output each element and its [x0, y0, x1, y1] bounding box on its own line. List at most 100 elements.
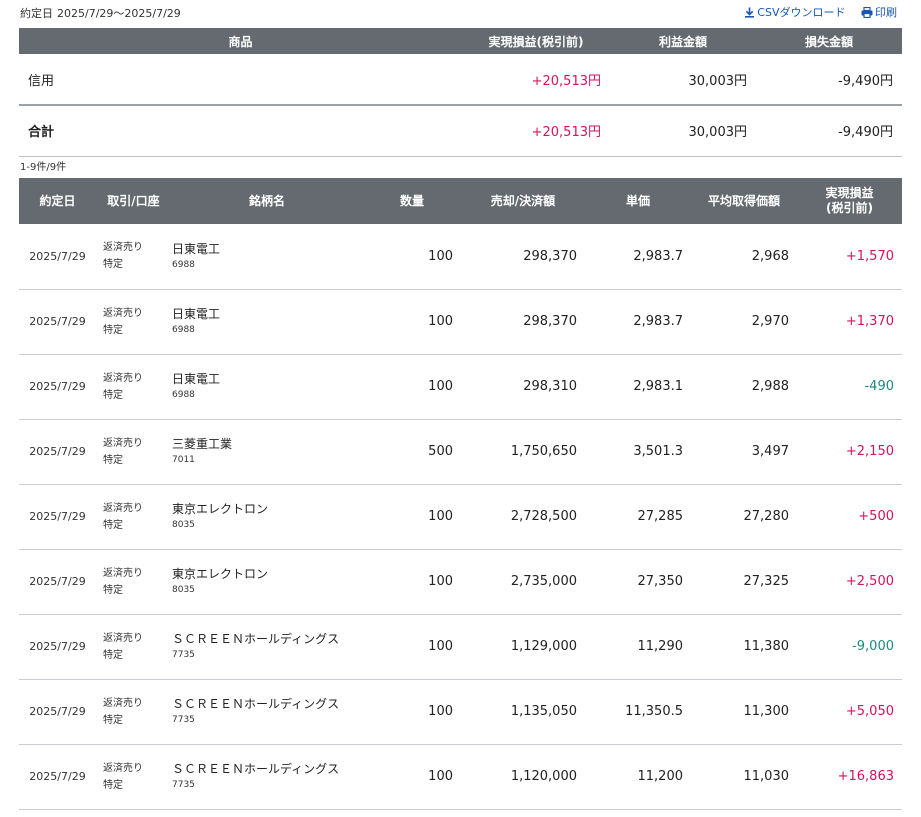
- unit-price: 2,983.1: [633, 379, 683, 394]
- stock-cell: ＳＣＲＥＥＮホールディングス 7735: [171, 614, 363, 679]
- summary-table: 商品 実現損益(税引前) 利益金額 損失金額 信用 +20,513円 30,00…: [19, 28, 902, 157]
- stock-code: 8035: [172, 520, 195, 530]
- realized-pnl: +500: [858, 509, 894, 524]
- col-trade-date: 約定日: [19, 178, 96, 224]
- avg-cost: 3,497: [751, 444, 789, 459]
- quantity: 100: [428, 639, 453, 654]
- sale-amount: 298,370: [523, 248, 577, 264]
- realized-pnl: +1,370: [845, 314, 894, 329]
- sale-amount: 1,120,000: [510, 769, 577, 784]
- stock-name: 東京エレクトロン: [172, 502, 269, 516]
- summary-row-total: 合計 +20,513円 30,003円 -9,490円: [19, 105, 902, 156]
- trade-date: 2025/7/29: [29, 575, 86, 588]
- sale-amount: 2,735,000: [510, 574, 577, 589]
- col-sale-amount: 売却/決済額: [461, 178, 585, 224]
- sale-amount: 1,750,650: [510, 444, 577, 459]
- summary-total-profit: 30,003円: [688, 125, 748, 141]
- summary-total-label: 合計: [28, 125, 55, 141]
- table-row: 2025/7/29 返済売り 特定 ＳＣＲＥＥＮホールディングス 7735 100 1,13…: [19, 679, 902, 744]
- summary-col-product: 商品: [19, 28, 462, 54]
- account-type: 特定: [103, 649, 123, 661]
- trade-date: 2025/7/29: [29, 770, 86, 783]
- stock-name: ＳＣＲＥＥＮホールディングス: [172, 632, 340, 646]
- avg-cost: 2,970: [751, 314, 789, 329]
- col-realized-pnl-line1: 実現損益: [825, 186, 874, 200]
- stock-code: 8035: [172, 585, 195, 595]
- trade-type-cell: 返済売り 特定: [96, 484, 171, 549]
- trade-date: 2025/7/29: [29, 705, 86, 718]
- account-type: 特定: [103, 779, 123, 791]
- csv-download-link[interactable]: CSVダウンロード: [744, 6, 849, 19]
- avg-cost: 27,280: [743, 509, 790, 524]
- result-count: 1-9件/9件: [20, 162, 67, 173]
- top-bar: 約定日 2025/7/29〜2025/7/29 CSVダウンロード 印刷: [0, 0, 921, 28]
- realized-pnl: +2,150: [845, 444, 894, 459]
- realized-pnl: -9,000: [852, 639, 894, 654]
- summary-header-row: 商品 実現損益(税引前) 利益金額 損失金額: [19, 28, 902, 54]
- quantity: 100: [428, 769, 453, 784]
- trade-type: 返済売り: [103, 372, 143, 384]
- unit-price: 2,983.7: [633, 248, 683, 264]
- table-row: 2025/7/29 返済売り 特定 日東電工 6988 100 298,370 2,983.7…: [19, 289, 902, 354]
- summary-loss-value: -9,490円: [838, 73, 893, 89]
- unit-price: 27,350: [637, 574, 684, 589]
- printer-icon: [861, 6, 873, 19]
- detail-table: 約定日 取引/口座 銘柄名 数量 売却/決済額 単価 平均取得価額 実現損益 (税…: [19, 178, 902, 810]
- trade-type-cell: 返済売り 特定: [96, 354, 171, 419]
- period-display: 約定日 2025/7/29〜2025/7/29: [20, 5, 181, 21]
- account-type: 特定: [103, 519, 123, 531]
- summary-row-credit: 信用 +20,513円 30,003円 -9,490円: [19, 54, 902, 105]
- trade-type: 返済売り: [103, 242, 143, 254]
- col-realized-pnl: 実現損益 (税引前): [797, 178, 902, 224]
- unit-price: 11,200: [637, 769, 684, 784]
- account-type: 特定: [103, 714, 123, 726]
- table-row: 2025/7/29 返済売り 特定 ＳＣＲＥＥＮホールディングス 7735 100 1,12…: [19, 744, 902, 809]
- summary-total-loss: -9,490円: [838, 125, 893, 141]
- trade-date: 2025/7/29: [29, 445, 86, 458]
- table-row: 2025/7/29 返済売り 特定 ＳＣＲＥＥＮホールディングス 7735 100 1,12…: [19, 614, 902, 679]
- stock-cell: 日東電工 6988: [171, 224, 363, 289]
- trade-date: 2025/7/29: [29, 640, 86, 653]
- stock-name: 東京エレクトロン: [172, 567, 269, 581]
- realized-pnl: -490: [864, 379, 894, 394]
- detail-body: 2025/7/29 返済売り 特定 日東電工 6988 100 298,370 2,983.7…: [19, 224, 902, 809]
- realized-pnl: +16,863: [837, 769, 894, 784]
- summary-product-name: 信用: [28, 73, 55, 89]
- print-link[interactable]: 印刷: [861, 6, 897, 19]
- period-label: 約定日: [20, 7, 53, 20]
- detail-header-row: 約定日 取引/口座 銘柄名 数量 売却/決済額 単価 平均取得価額 実現損益 (税…: [19, 178, 902, 224]
- quantity: 100: [428, 314, 453, 329]
- avg-cost: 2,988: [751, 379, 789, 394]
- account-type: 特定: [103, 259, 123, 271]
- trade-date: 2025/7/29: [29, 249, 86, 263]
- trade-type-cell: 返済売り 特定: [96, 549, 171, 614]
- quantity: 100: [428, 509, 453, 524]
- table-row: 2025/7/29 返済売り 特定 東京エレクトロン 8035 100 2,728,500 2…: [19, 484, 902, 549]
- trade-type: 返済売り: [103, 762, 143, 774]
- table-row: 2025/7/29 返済売り特定 日東電工 6988 100 298,370 2,983.7…: [19, 224, 902, 289]
- summary-total-realized: +20,513円: [531, 125, 601, 141]
- trade-type-cell: 返済売り 特定: [96, 419, 171, 484]
- trade-type-cell: 返済売り 特定: [96, 744, 171, 809]
- summary-col-loss: 損失金額: [756, 28, 902, 54]
- col-stock-name: 銘柄名: [171, 178, 363, 224]
- table-row: 2025/7/29 返済売り 特定 東京エレクトロン 8035 100 2,735,000 2…: [19, 549, 902, 614]
- unit-price: 11,350.5: [625, 704, 683, 719]
- avg-cost: 11,380: [743, 639, 790, 654]
- avg-cost: 11,030: [743, 769, 790, 784]
- trade-type-cell: 返済売り 特定: [96, 614, 171, 679]
- account-type: 特定: [103, 324, 123, 336]
- trade-date: 2025/7/29: [29, 380, 86, 393]
- summary-profit-value: 30,003円: [688, 73, 748, 89]
- stock-code: 6988: [172, 390, 195, 400]
- stock-name: 日東電工: [172, 372, 221, 386]
- stock-cell: 東京エレクトロン 8035: [171, 549, 363, 614]
- summary-col-profit: 利益金額: [610, 28, 756, 54]
- quantity: 100: [428, 248, 453, 264]
- sale-amount: 1,129,000: [510, 639, 577, 654]
- stock-name: ＳＣＲＥＥＮホールディングス: [172, 697, 340, 711]
- trade-type: 返済売り: [103, 567, 143, 579]
- trade-date: 2025/7/29: [29, 315, 86, 328]
- print-label: 印刷: [875, 6, 897, 19]
- table-row: 2025/7/29 返済売り 特定 三菱重工業 7011 500 1,750,650 3,50…: [19, 419, 902, 484]
